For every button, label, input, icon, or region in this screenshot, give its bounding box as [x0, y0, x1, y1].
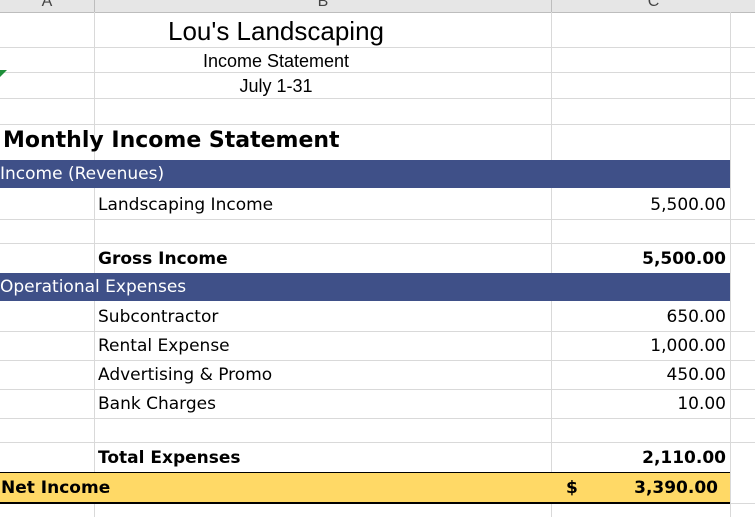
gridline-horizontal	[0, 331, 755, 332]
net-income-label[interactable]: Net Income	[1, 478, 110, 498]
column-header-label: A	[41, 0, 53, 10]
gridline-horizontal	[0, 47, 755, 48]
currency-symbol: $	[566, 478, 578, 498]
expense-item-amount[interactable]: 10.00	[552, 394, 726, 414]
gross-income-label[interactable]: Gross Income	[98, 249, 228, 269]
gridline-horizontal	[0, 72, 755, 73]
column-header-label: B	[317, 0, 329, 10]
gross-income-amount[interactable]: 5,500.00	[552, 249, 726, 269]
gridline-horizontal	[0, 98, 755, 99]
gridline-horizontal	[0, 418, 755, 419]
column-header-b[interactable]: B	[95, 0, 552, 13]
gridline-horizontal	[0, 219, 755, 220]
error-indicator-icon	[0, 70, 7, 77]
gridline-horizontal	[0, 442, 755, 443]
column-header-c[interactable]: C	[552, 0, 755, 13]
statement-title-cell[interactable]: Income Statement	[95, 51, 457, 72]
expenses-section-band[interactable]: Operational Expenses	[0, 273, 730, 301]
expense-item-amount[interactable]: 650.00	[552, 307, 726, 327]
spreadsheet-grid[interactable]: A B C Lou's Landscaping Income Statement…	[0, 0, 755, 517]
expense-item-label[interactable]: Bank Charges	[98, 394, 216, 414]
column-header-label: C	[647, 0, 660, 10]
net-income-row[interactable]: Net Income $ 3,390.00	[0, 472, 730, 504]
gridline-horizontal	[0, 360, 755, 361]
expense-item-label[interactable]: Advertising & Promo	[98, 365, 272, 385]
total-expenses-amount[interactable]: 2,110.00	[552, 448, 726, 468]
report-title-cell[interactable]: Monthly Income Statement	[3, 128, 340, 153]
income-section-label: Income (Revenues)	[0, 164, 165, 184]
total-expenses-label[interactable]: Total Expenses	[98, 448, 241, 468]
company-name-cell[interactable]: Lou's Landscaping	[95, 16, 457, 47]
gridline-horizontal	[0, 124, 755, 125]
expenses-section-label: Operational Expenses	[0, 277, 187, 297]
expense-item-label[interactable]: Rental Expense	[98, 336, 230, 356]
gridline-horizontal	[0, 389, 755, 390]
expense-item-amount[interactable]: 450.00	[552, 365, 726, 385]
column-header-a[interactable]: A	[0, 0, 95, 13]
net-income-amount[interactable]: 3,390.00	[600, 478, 718, 498]
income-section-band[interactable]: Income (Revenues)	[0, 160, 730, 188]
gridline-horizontal	[0, 243, 755, 244]
income-item-amount[interactable]: 5,500.00	[552, 195, 726, 215]
income-item-label[interactable]: Landscaping Income	[98, 195, 273, 215]
expense-item-label[interactable]: Subcontractor	[98, 307, 218, 327]
expense-item-amount[interactable]: 1,000.00	[552, 336, 726, 356]
period-cell[interactable]: July 1-31	[95, 76, 457, 97]
